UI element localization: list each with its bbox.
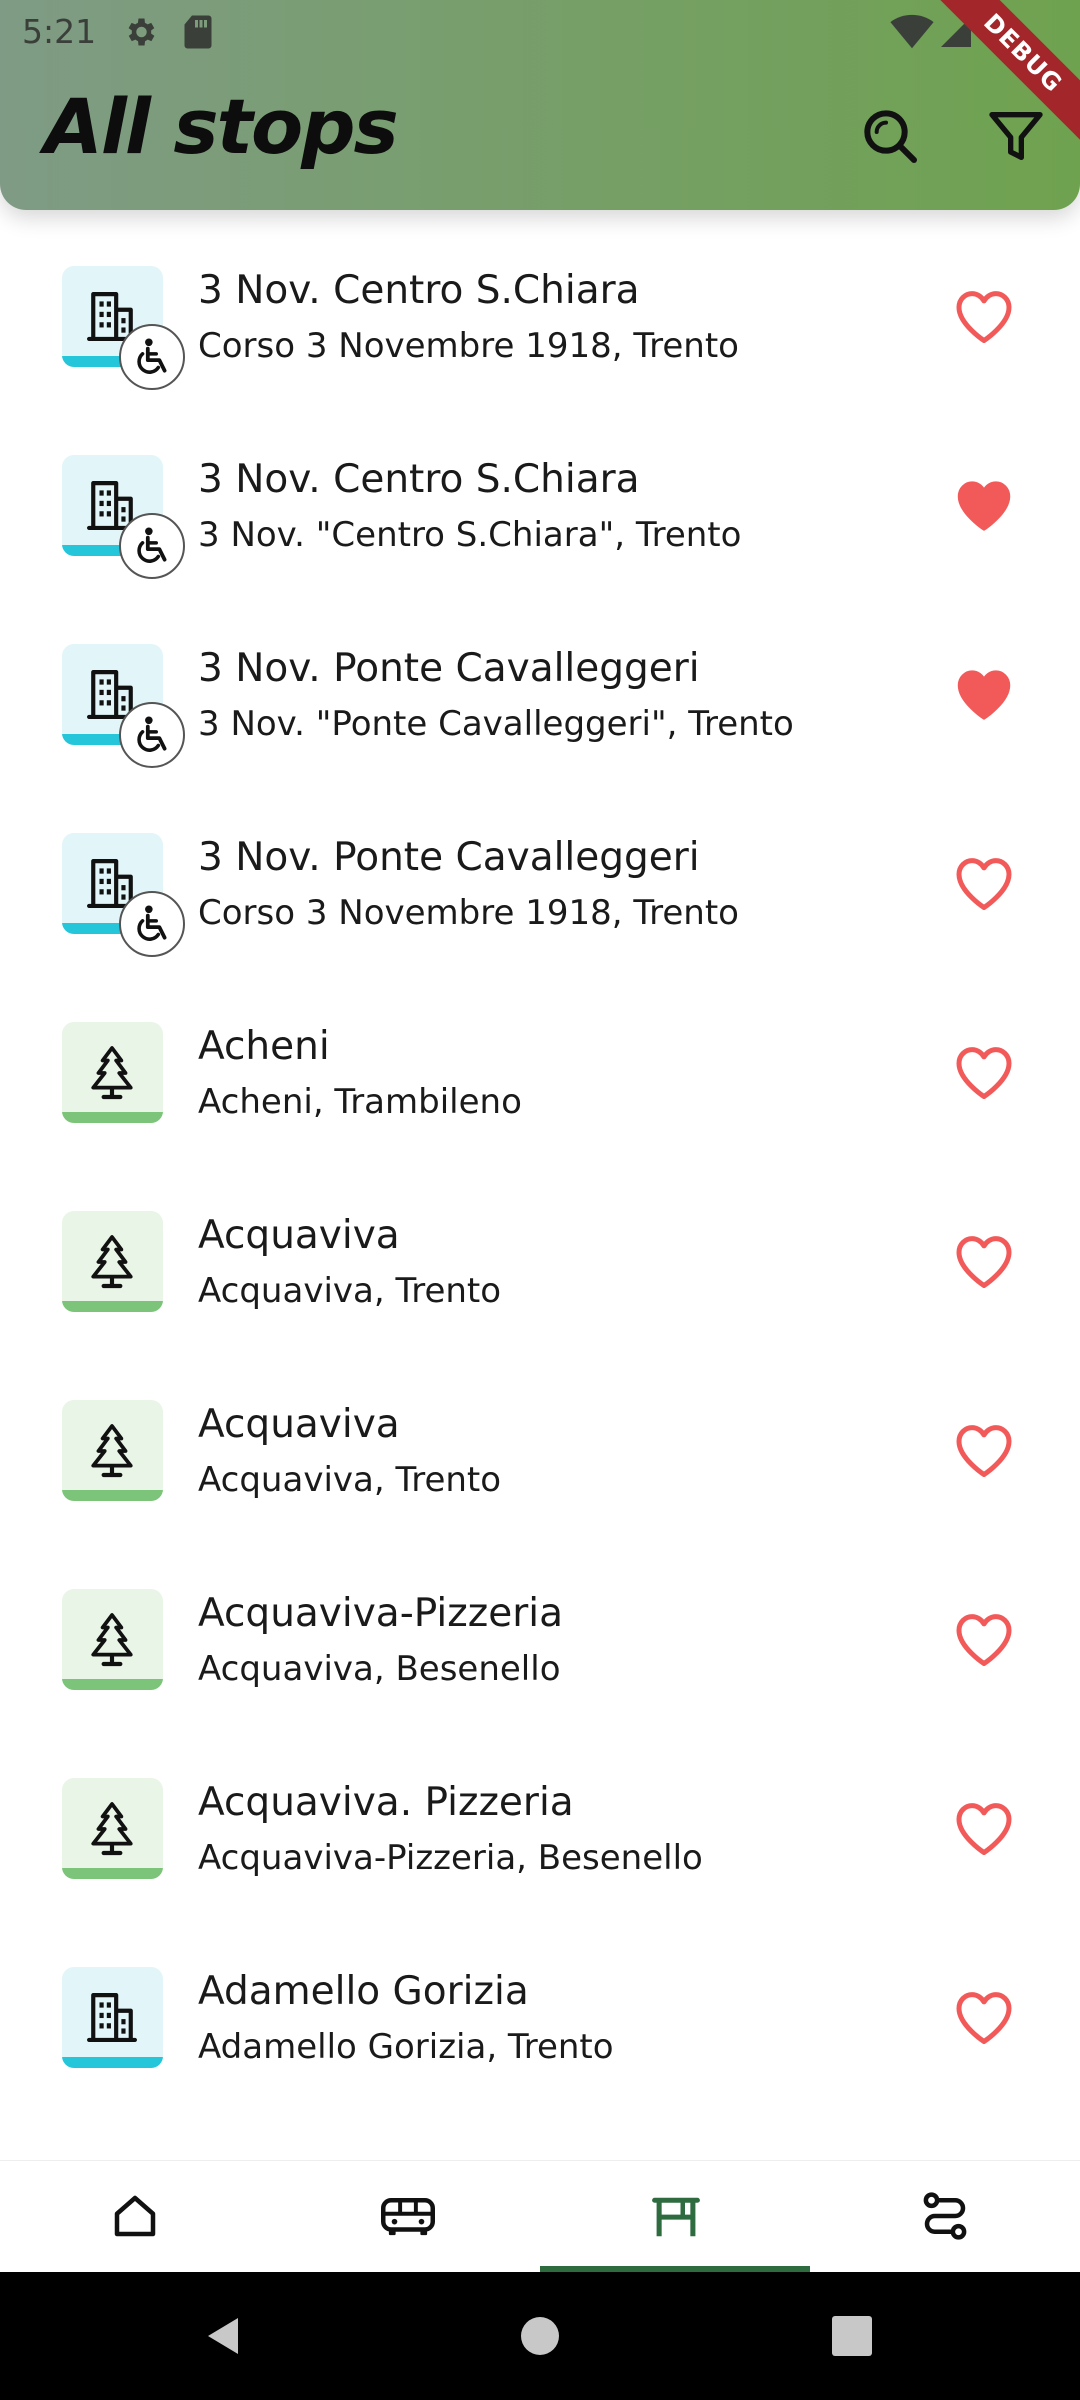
stop-name: Acquaviva — [198, 1402, 400, 1447]
stop-list-item[interactable]: 3 Nov. Ponte Cavalleggeri 3 Nov. "Ponte C… — [0, 598, 1080, 787]
stop-name: 3 Nov. Ponte Cavalleggeri — [198, 835, 700, 880]
accessibility-badge — [119, 513, 185, 579]
stop-list-item[interactable]: Acquaviva Acquaviva, Trento — [0, 1354, 1080, 1543]
bus-icon — [381, 2198, 435, 2236]
stop-address: Corso 3 Novembre 1918, Trento — [198, 326, 739, 366]
recents-icon[interactable] — [828, 2312, 876, 2360]
accessibility-badge — [119, 891, 185, 957]
status-bar: 5:21 — [22, 12, 1058, 52]
rural-stop-badge — [62, 1400, 163, 1501]
stop-address: Acheni, Trambileno — [198, 1082, 522, 1122]
stop-list-item[interactable]: Acquaviva-Pizzeria Acquaviva, Besenello — [0, 1543, 1080, 1732]
stop-list-item[interactable]: Acquaviva Acquaviva, Trento — [0, 1165, 1080, 1354]
heart-outline-icon[interactable] — [954, 1989, 1014, 2049]
sd-card-icon — [184, 15, 212, 49]
stop-name: 3 Nov. Centro S.Chiara — [198, 268, 640, 313]
tree-icon — [91, 1046, 133, 1100]
nav-buses[interactable] — [270, 2161, 540, 2273]
home-button-icon[interactable] — [516, 2312, 564, 2360]
stop-address: Adamello Gorizia, Trento — [198, 2027, 614, 2067]
bottom-navigation — [0, 2160, 1080, 2273]
heart-outline-icon[interactable] — [954, 1800, 1014, 1860]
rural-stop-badge — [62, 1778, 163, 1879]
nav-routes[interactable] — [810, 2161, 1080, 2273]
heart-outline-icon[interactable] — [954, 1233, 1014, 1293]
stop-name: Acquaviva — [198, 1213, 400, 1258]
stop-name: Acquaviva-Pizzeria — [198, 1591, 563, 1636]
stop-list-item[interactable]: Adamello Gorizia Adamello Gorizia, Trento — [0, 1921, 1080, 2110]
stop-name: Adamello Gorizia — [198, 1969, 529, 2014]
home-icon — [114, 2195, 156, 2237]
stop-type-bar — [62, 1112, 163, 1123]
heart-outline-icon[interactable] — [954, 1422, 1014, 1482]
stop-name: 3 Nov. Centro S.Chiara — [198, 457, 640, 502]
tree-icon — [91, 1613, 133, 1667]
back-icon[interactable] — [200, 2312, 248, 2360]
stop-address: Acquaviva-Pizzeria, Besenello — [198, 1838, 703, 1878]
stop-type-bar — [62, 2057, 163, 2068]
search-icon[interactable] — [858, 104, 922, 168]
heart-outline-icon[interactable] — [954, 1611, 1014, 1671]
rural-stop-badge — [62, 1589, 163, 1690]
stop-address: Acquaviva, Trento — [198, 1460, 502, 1500]
route-icon — [923, 2192, 967, 2240]
stop-list-item[interactable]: Acheni Acheni, Trambileno — [0, 976, 1080, 1165]
stop-list-item[interactable]: 3 Nov. Ponte Cavalleggeri Corso 3 Novembr… — [0, 787, 1080, 976]
urban-stop-badge — [62, 1967, 163, 2068]
stop-type-bar — [62, 1679, 163, 1690]
accessibility-badge — [119, 324, 185, 390]
app-bar: 5:21 All stops DEBUG — [0, 0, 1080, 210]
building-icon — [87, 1993, 137, 2042]
wheelchair-icon — [137, 338, 167, 374]
stop-list-item[interactable]: 3 Nov. Centro S.Chiara 3 Nov. "Centro S.C… — [0, 409, 1080, 598]
tree-icon — [91, 1802, 133, 1856]
rural-stop-badge — [62, 1022, 163, 1123]
heart-filled-icon[interactable] — [954, 477, 1014, 537]
rural-stop-badge — [62, 1211, 163, 1312]
wheelchair-icon — [137, 527, 167, 563]
nav-stops[interactable] — [540, 2161, 810, 2273]
stop-address: 3 Nov. "Ponte Cavalleggeri", Trento — [198, 704, 794, 744]
system-navigation-bar — [0, 2272, 1080, 2400]
stop-list[interactable]: 3 Nov. Centro S.Chiara Corso 3 Novembre 1… — [0, 220, 1080, 2155]
stop-address: Acquaviva, Trento — [198, 1271, 502, 1311]
stop-name: Acquaviva. Pizzeria — [198, 1780, 574, 1825]
settings-icon — [128, 18, 155, 46]
accessibility-badge — [119, 702, 185, 768]
filter-icon[interactable] — [984, 104, 1048, 168]
heart-outline-icon[interactable] — [954, 288, 1014, 348]
stop-list-item[interactable]: 3 Nov. Centro S.Chiara Corso 3 Novembre 1… — [0, 220, 1080, 409]
stop-name: Acheni — [198, 1024, 330, 1069]
heart-outline-icon[interactable] — [954, 855, 1014, 915]
tree-icon — [91, 1424, 133, 1478]
wheelchair-icon — [137, 716, 167, 752]
stop-address: 3 Nov. "Centro S.Chiara", Trento — [198, 515, 742, 555]
wifi-icon — [890, 14, 934, 49]
stop-type-bar — [62, 1490, 163, 1501]
stop-address: Acquaviva, Besenello — [198, 1649, 561, 1689]
page-title: All stops — [44, 82, 399, 171]
status-time: 5:21 — [22, 12, 97, 51]
stop-type-bar — [62, 1301, 163, 1312]
stop-type-bar — [62, 1868, 163, 1879]
stop-list-item[interactable]: Acquaviva. Pizzeria Acquaviva-Pizzeria, B… — [0, 1732, 1080, 1921]
bus-stop-icon — [652, 2197, 700, 2237]
tree-icon — [91, 1235, 133, 1289]
heart-outline-icon[interactable] — [954, 1044, 1014, 1104]
nav-home[interactable] — [0, 2161, 270, 2273]
wheelchair-icon — [137, 905, 167, 941]
stop-name: 3 Nov. Ponte Cavalleggeri — [198, 646, 700, 691]
heart-filled-icon[interactable] — [954, 666, 1014, 726]
stop-address: Corso 3 Novembre 1918, Trento — [198, 893, 739, 933]
